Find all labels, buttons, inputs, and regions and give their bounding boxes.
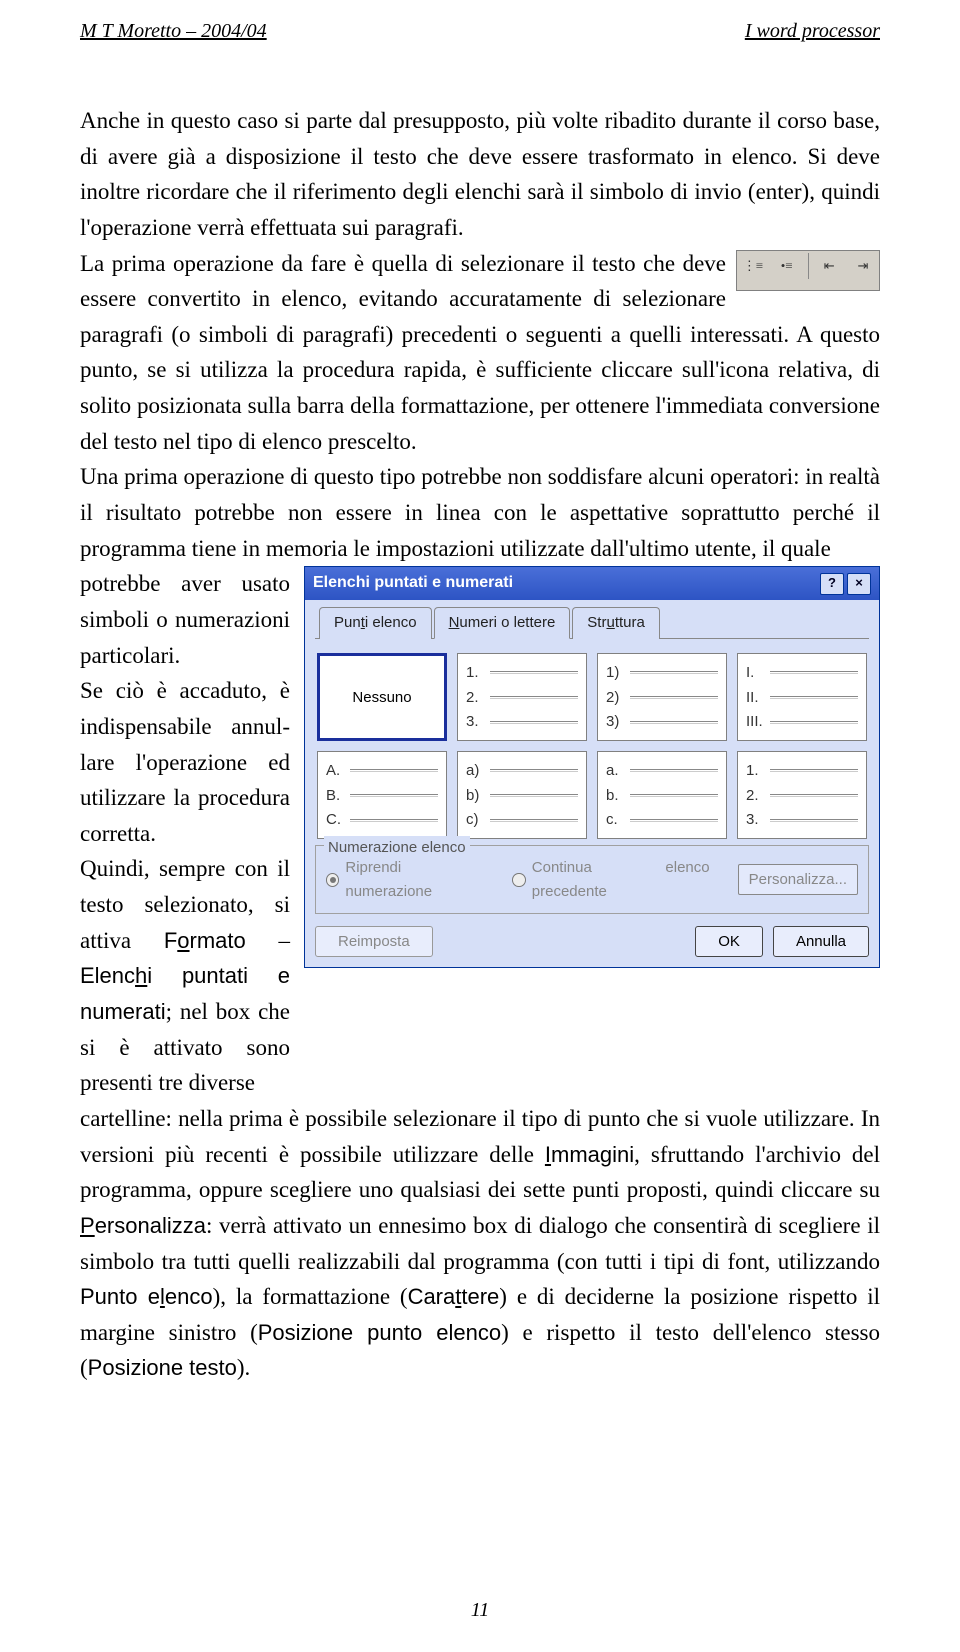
radio-riprendi[interactable]: Riprendi numerazione — [326, 856, 484, 903]
option-roman[interactable]: I. II. III. — [737, 653, 867, 741]
numbered-list-icon: ⋮≡ — [739, 253, 767, 279]
option-123-paren[interactable]: 1) 2) 3) — [597, 653, 727, 741]
term-immagini: Immagini — [545, 1142, 634, 1167]
option-abc-dot[interactable]: a. b. c. — [597, 751, 727, 839]
annulla-button[interactable]: Annulla — [773, 926, 869, 957]
paragraph-3: Una prima operazione di questo tipo potr… — [80, 459, 880, 566]
decrease-indent-icon: ⇤ — [815, 253, 843, 279]
term-personalizza: Personalizza — [80, 1213, 206, 1238]
fieldset-legend: Numerazione elenco — [324, 836, 470, 859]
dialog-titlebar: Elenchi puntati e numerati ? × — [305, 567, 879, 600]
menu-formato: Formato — [164, 928, 246, 953]
term-posizione-punto: Posizione punto elenco — [258, 1320, 501, 1345]
personalizza-button[interactable]: Personalizza... — [738, 864, 858, 895]
option-abc-upper[interactable]: A. B. C. — [317, 751, 447, 839]
wrapped-text-left: potrebbe aver usato simboli o numerazion… — [80, 566, 290, 1101]
help-button[interactable]: ? — [820, 573, 844, 595]
paragraph-1: Anche in questo caso si parte dal presup… — [80, 103, 880, 246]
dialog-tabs: Punti elenco Numeri o lettere Struttura — [315, 606, 869, 639]
reimposta-button[interactable]: Reimposta — [315, 926, 433, 957]
tab-struttura[interactable]: Struttura — [572, 607, 660, 639]
bulleted-list-icon: •≡ — [773, 253, 801, 279]
header-left: M T Moretto – 2004/04 — [80, 20, 267, 43]
ok-button[interactable]: OK — [695, 926, 763, 957]
option-123-dot[interactable]: 1. 2. 3. — [457, 653, 587, 741]
toolbar-separator — [808, 253, 809, 279]
body-text: Anche in questo caso si parte dal presup… — [80, 103, 880, 1386]
numerazione-fieldset: Numerazione elenco Riprendi numerazione … — [315, 845, 869, 914]
option-123-alt[interactable]: 1. 2. 3. — [737, 751, 867, 839]
close-button[interactable]: × — [847, 573, 871, 595]
page-number: 11 — [0, 1599, 960, 1622]
option-abc-paren[interactable]: a) b) c) — [457, 751, 587, 839]
tab-numeri-lettere[interactable]: Numeri o lettere — [434, 607, 571, 639]
header-right: I word processor — [745, 20, 880, 43]
term-posizione-testo: Posizione testo — [88, 1355, 237, 1380]
option-none[interactable]: Nessuno — [317, 653, 447, 741]
increase-indent-icon: ⇥ — [849, 253, 877, 279]
dialog-title: Elenchi puntati e numerati — [313, 571, 513, 596]
number-style-grid: Nessuno 1. 2. 3. 1) 2) 3) — [317, 653, 867, 839]
dialog-elenchi: Elenchi puntati e numerati ? × Punti ele… — [304, 566, 880, 968]
term-punto-elenco: Punto elenco — [80, 1284, 213, 1309]
radio-continua[interactable]: Continua elenco precedente — [512, 856, 709, 903]
paragraph-4: cartelline: nella prima è possibile sele… — [80, 1101, 880, 1386]
list-toolbar-image: ⋮≡ •≡ ⇤ ⇥ — [736, 250, 880, 292]
term-carattere: Carattere — [408, 1284, 500, 1309]
tab-punti-elenco[interactable]: Punti elenco — [319, 607, 432, 639]
